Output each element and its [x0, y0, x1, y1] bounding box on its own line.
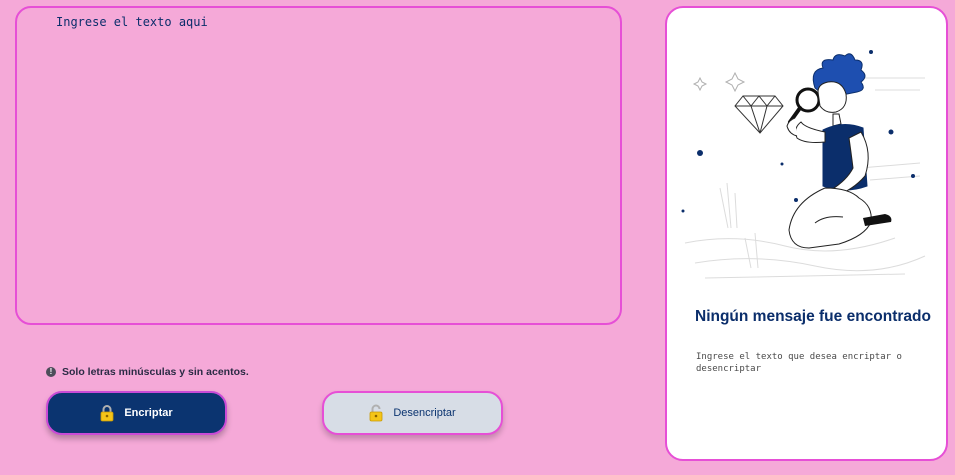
decrypt-button-label: Desencriptar — [393, 407, 456, 419]
encrypt-button[interactable]: Encriptar — [46, 391, 227, 435]
info-icon: ! — [46, 367, 56, 377]
message-textarea[interactable]: Ingrese el texto aqui — [15, 6, 622, 325]
person-magnifying-glass-illustration — [681, 50, 926, 279]
lock-open-icon — [369, 404, 383, 422]
output-panel: Ningún mensaje fue encontrado Ingrese el… — [665, 6, 948, 461]
lock-closed-icon — [100, 405, 114, 422]
decrypt-button[interactable]: Desencriptar — [322, 391, 503, 435]
output-title: Ningún mensaje fue encontrado — [695, 308, 931, 325]
hint-text: Solo letras minúsculas y sin acentos. — [62, 366, 249, 378]
textarea-placeholder: Ingrese el texto aqui — [56, 15, 208, 29]
output-description: Ingrese el texto que desea encriptar o d… — [696, 352, 902, 374]
input-hint: ! Solo letras minúsculas y sin acentos. — [46, 366, 249, 378]
encrypt-button-label: Encriptar — [124, 407, 173, 419]
